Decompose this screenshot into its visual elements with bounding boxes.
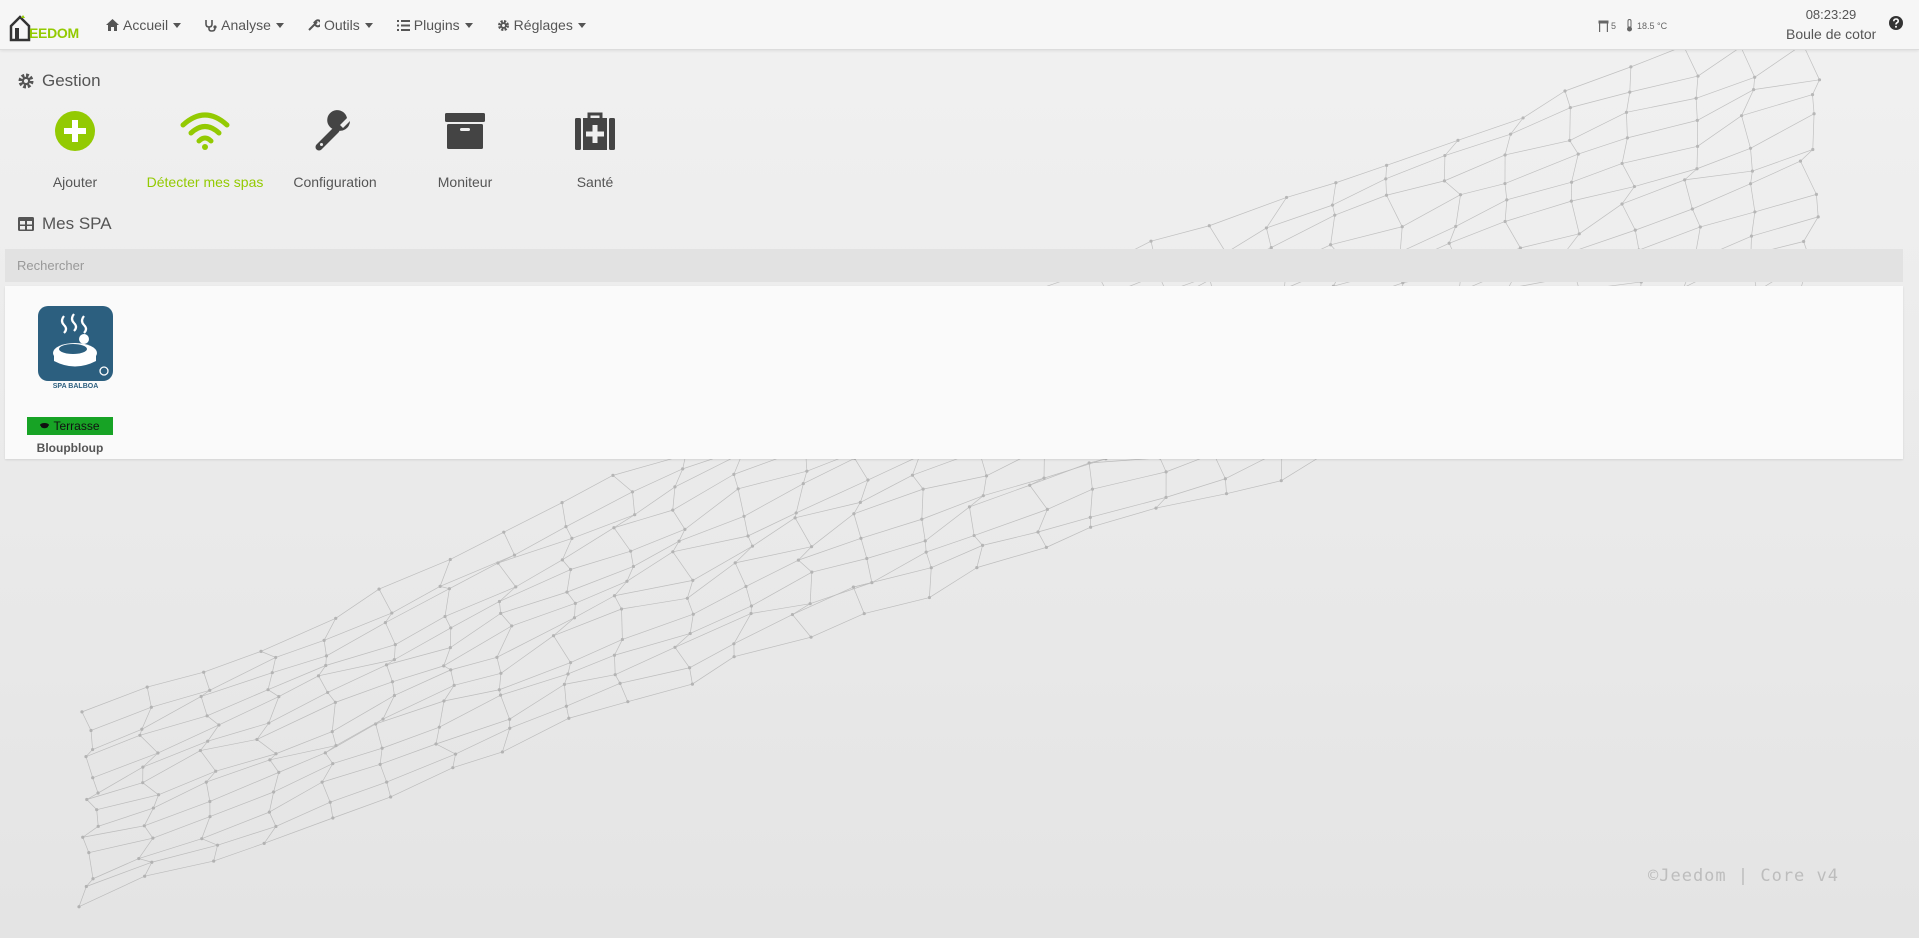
add-circle-icon [54,105,96,157]
configuration-card[interactable]: Configuration [270,105,400,190]
search-input[interactable] [5,249,1903,282]
spa-brand: SPA BALBOA [52,383,99,390]
main-menu: Accueil Analyse Outils Plugins Réglages [94,0,598,50]
add-card[interactable]: Ajouter [10,105,140,190]
spa-room-tag: Terrasse [27,417,113,435]
wrench-icon [308,19,320,31]
gear-icon [497,19,510,32]
clock-user-name[interactable]: Boule de coton [1786,26,1876,42]
nav-plugins-label: Plugins [413,17,460,33]
configuration-card-label: Configuration [293,174,377,190]
home-icon [106,19,119,31]
gear-icon [18,73,34,89]
hot-tub-small-icon [40,423,50,429]
nav-reglages-label: Réglages [513,17,573,33]
jeedom-logo[interactable]: EEDOM [5,8,79,42]
nav-analyse-label: Analyse [221,17,271,33]
logo-text: EEDOM [29,25,79,41]
spa-hot-tub-icon [38,306,113,381]
chevron-down-icon [464,22,473,28]
detect-spas-card-label: Détecter mes spas [146,174,264,190]
nav-reglages[interactable]: Réglages [485,0,598,50]
detect-spas-card[interactable]: Détecter mes spas [140,105,270,190]
chevron-down-icon [275,22,284,28]
mes-spa-title: Mes SPA [18,214,112,234]
nav-clock: 08:23:29 Boule de coton [1786,7,1876,42]
health-card[interactable]: Santé [530,105,660,190]
nav-outils-label: Outils [323,17,360,33]
gestion-title: Gestion [18,71,101,91]
spa-room-tag-label: Terrasse [53,419,100,433]
gestion-title-text: Gestion [42,71,101,90]
window-icon [1598,20,1609,32]
nav-outils[interactable]: Outils [296,0,385,50]
gestion-cards: Ajouter Détecter mes spas Configuration … [10,105,660,190]
health-card-label: Santé [576,174,614,190]
chevron-down-icon [173,22,182,28]
table-icon [18,217,34,231]
top-navbar: EEDOM Accueil Analyse Outils Plugins Rég… [0,0,1919,50]
info-count: 5 [1611,20,1617,31]
nav-accueil-label: Accueil [123,17,169,33]
spa-list-panel: SPA BALBOA Terrasse Bloupbloup [5,286,1903,459]
monitor-card-label: Moniteur [437,174,493,190]
nav-plugins[interactable]: Plugins [385,0,485,50]
footer-copyright: ©Jeedom | Core v4 [1648,866,1839,886]
nav-info-widgets: 5 18.5 °C [1598,19,1667,32]
mes-spa-title-text: Mes SPA [42,214,112,233]
stethoscope-icon [205,19,217,32]
info-temperature: 18.5 °C [1637,20,1668,31]
help-icon[interactable] [1889,16,1903,35]
chevron-down-icon [577,22,586,28]
wrench-icon [314,105,356,157]
wifi-icon [180,105,230,157]
thermometer-icon [1626,19,1633,32]
monitor-card[interactable]: Moniteur [400,105,530,190]
chevron-down-icon [364,22,373,28]
clock-time: 08:23:29 [1805,7,1857,22]
medkit-icon [575,105,615,157]
nav-accueil[interactable]: Accueil [94,0,193,50]
archive-icon [445,105,485,157]
list-icon [396,19,410,31]
add-card-label: Ajouter [52,174,98,190]
spa-name: Bloupbloup [36,441,104,455]
nav-analyse[interactable]: Analyse [193,0,296,50]
